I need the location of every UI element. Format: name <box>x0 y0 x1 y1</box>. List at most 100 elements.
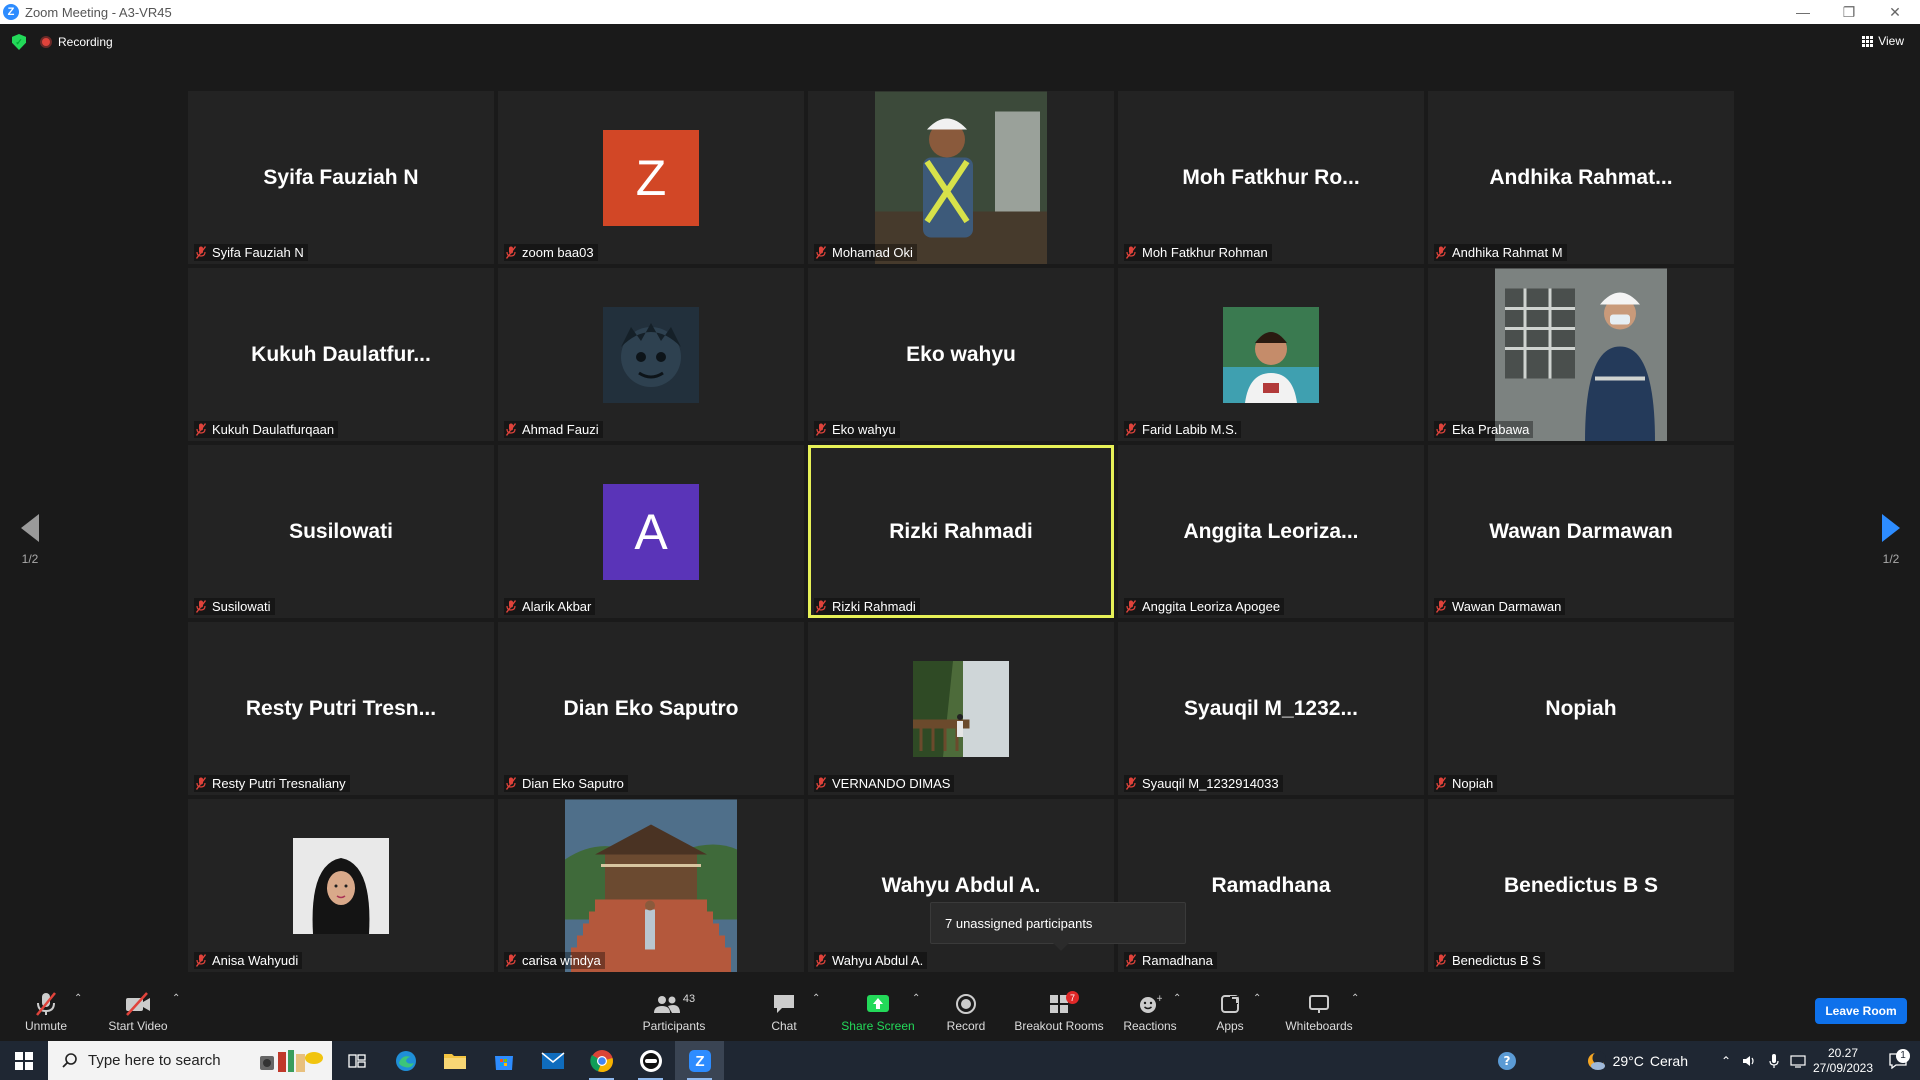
notifications-button[interactable]: 1 <box>1876 1048 1920 1069</box>
view-button[interactable]: View <box>1862 34 1904 48</box>
participant-display-name: Benedictus B S <box>1503 873 1659 897</box>
mic-muted-icon <box>1436 777 1448 790</box>
participant-name: Eka Prabawa <box>1452 422 1530 437</box>
apps-options-caret-icon[interactable]: ⌃ <box>1253 993 1261 1004</box>
apps-button[interactable]: Apps <box>1212 991 1248 1033</box>
participant-tile[interactable]: Syifa Fauziah N Syifa Fauziah N <box>188 91 494 264</box>
share-screen-button[interactable]: Share Screen <box>838 991 918 1033</box>
video-off-icon <box>102 991 174 1017</box>
security-shield-icon[interactable]: ✓ <box>12 34 26 50</box>
chat-button[interactable]: Chat <box>764 991 804 1033</box>
window-title: Zoom Meeting - A3-VR45 <box>25 4 172 20</box>
help-tray-button[interactable]: ? <box>1485 1050 1529 1072</box>
participant-name-label: Eka Prabawa <box>1434 421 1534 438</box>
participant-tile[interactable]: VERNANDO DIMAS <box>808 622 1114 795</box>
taskbar-app-dark[interactable] <box>626 1041 675 1080</box>
participant-tile[interactable]: Benedictus B S Benedictus B S <box>1428 799 1734 972</box>
participant-tile[interactable]: Resty Putri Tresn... Resty Putri Tresnali… <box>188 622 494 795</box>
show-hidden-icons-button[interactable]: ⌃ <box>1714 1054 1738 1068</box>
microphone-icon[interactable] <box>1762 1053 1786 1069</box>
taskbar-store[interactable] <box>479 1041 528 1080</box>
zoom-logo-icon: Z <box>3 4 19 20</box>
windows-start-button[interactable] <box>0 1041 48 1080</box>
view-label: View <box>1878 34 1904 48</box>
participant-tile[interactable]: Farid Labib M.S. <box>1118 268 1424 441</box>
restore-button[interactable]: ❐ <box>1826 0 1872 24</box>
mic-muted-icon <box>506 954 518 967</box>
taskbar-zoom[interactable]: Z <box>675 1041 724 1080</box>
taskbar-search-box[interactable]: Type here to search <box>48 1041 332 1080</box>
close-button[interactable]: ✕ <box>1872 0 1918 24</box>
participant-tile[interactable]: carisa windya <box>498 799 804 972</box>
share-screen-icon <box>838 991 918 1017</box>
mic-muted-icon <box>1126 777 1138 790</box>
participant-name: Ramadhana <box>1142 953 1213 968</box>
participant-name: Mohamad Oki <box>832 245 913 260</box>
whiteboards-label: Whiteboards <box>1285 1019 1353 1033</box>
participant-tile[interactable]: Nopiah Nopiah <box>1428 622 1734 795</box>
taskbar-file-explorer[interactable] <box>430 1041 479 1080</box>
participant-tile[interactable]: Moh Fatkhur Ro... Moh Fatkhur Rohman <box>1118 91 1424 264</box>
whiteboards-button[interactable]: Whiteboards <box>1280 991 1358 1033</box>
participant-name-label: Farid Labib M.S. <box>1124 421 1242 438</box>
participant-tile[interactable]: Syauqil M_1232... Syauqil M_1232914033 <box>1118 622 1424 795</box>
edge-icon <box>395 1050 416 1071</box>
participant-tile[interactable]: Anisa Wahyudi <box>188 799 494 972</box>
participant-tile[interactable]: Ramadhana Ramadhana <box>1118 799 1424 972</box>
participant-tile[interactable]: Eka Prabawa <box>1428 268 1734 441</box>
record-button[interactable]: Record <box>942 991 990 1033</box>
video-options-caret-icon[interactable]: ⌃ <box>172 993 180 1004</box>
participant-name: Alarik Akbar <box>522 599 592 614</box>
minimize-button[interactable]: — <box>1780 0 1826 24</box>
participants-button[interactable]: 43 Participants <box>636 991 712 1033</box>
mail-icon <box>541 1051 564 1069</box>
participant-tile[interactable]: Dian Eko Saputro Dian Eko Saputro <box>498 622 804 795</box>
participant-tile[interactable]: Zzoom baa03 <box>498 91 804 264</box>
arrow-right-icon <box>1882 514 1900 542</box>
audio-options-caret-icon[interactable]: ⌃ <box>74 993 82 1004</box>
taskbar-edge[interactable] <box>381 1041 430 1080</box>
participant-tile[interactable]: Wawan Darmawan Wawan Darmawan <box>1428 445 1734 618</box>
next-page-button[interactable]: 1/2 <box>1871 514 1911 566</box>
participant-tile[interactable]: Andhika Rahmat... Andhika Rahmat M <box>1428 91 1734 264</box>
leave-room-button[interactable]: Leave Room <box>1815 998 1907 1024</box>
taskbar-clock[interactable]: 20.27 27/09/2023 <box>1810 1046 1876 1076</box>
start-video-button[interactable]: Start Video <box>102 991 174 1033</box>
previous-page-button[interactable]: 1/2 <box>10 514 50 566</box>
weather-widget[interactable]: 29°C Cerah <box>1585 1050 1688 1072</box>
participant-tile[interactable]: Mohamad Oki <box>808 91 1114 264</box>
participant-tile[interactable]: Rizki Rahmadi Rizki Rahmadi <box>808 445 1114 618</box>
reactions-button[interactable]: + Reactions <box>1120 991 1180 1033</box>
unmute-button[interactable]: Unmute <box>18 991 74 1033</box>
participant-tile[interactable]: Kukuh Daulatfur... Kukuh Daulatfurqaan <box>188 268 494 441</box>
participant-name-label: Rizki Rahmadi <box>814 598 920 615</box>
search-placeholder: Type here to search <box>88 1052 221 1069</box>
participants-icon-wrap: 43 <box>636 991 712 1017</box>
participant-name: Syifa Fauziah N <box>212 245 304 260</box>
share-options-caret-icon[interactable]: ⌃ <box>912 993 920 1004</box>
task-view-button[interactable] <box>332 1041 381 1080</box>
participant-display-name: Anggita Leoriza... <box>1183 519 1359 543</box>
breakout-rooms-button[interactable]: 7 Breakout Rooms <box>1012 991 1106 1033</box>
participants-count: 43 <box>682 993 696 1005</box>
network-icon[interactable] <box>1786 1054 1810 1068</box>
taskbar-chrome[interactable] <box>577 1041 626 1080</box>
app-circle-icon <box>639 1049 662 1072</box>
participant-tile[interactable]: Anggita Leoriza... Anggita Leoriza Apogee <box>1118 445 1424 618</box>
breakout-rooms-icon: 7 <box>1012 991 1106 1017</box>
taskbar-mail[interactable] <box>528 1041 577 1080</box>
chat-options-caret-icon[interactable]: ⌃ <box>812 993 820 1004</box>
mic-muted-icon <box>196 954 208 967</box>
recording-indicator[interactable]: Recording <box>40 35 113 49</box>
participant-tile[interactable]: Eko wahyu Eko wahyu <box>808 268 1114 441</box>
reactions-options-caret-icon[interactable]: ⌃ <box>1173 993 1181 1004</box>
search-icon <box>62 1052 77 1068</box>
volume-icon[interactable] <box>1738 1054 1762 1068</box>
participant-name: Dian Eko Saputro <box>522 776 624 791</box>
whiteboards-options-caret-icon[interactable]: ⌃ <box>1351 993 1359 1004</box>
search-highlight-illustration-icon <box>260 1050 323 1072</box>
participant-display-name: Moh Fatkhur Ro... <box>1182 165 1360 189</box>
participant-tile[interactable]: A Alarik Akbar <box>498 445 804 618</box>
participant-tile[interactable]: Susilowati Susilowati <box>188 445 494 618</box>
participant-tile[interactable]: Ahmad Fauzi <box>498 268 804 441</box>
